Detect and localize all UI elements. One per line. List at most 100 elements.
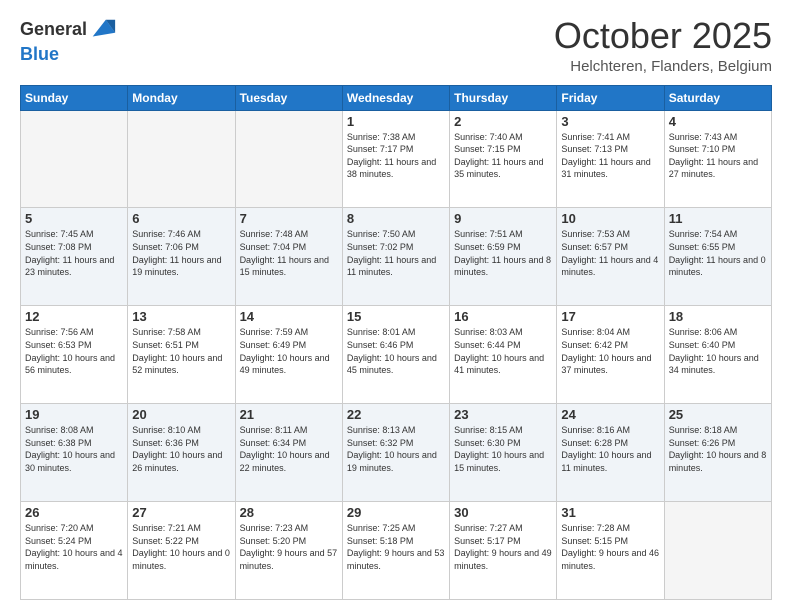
calendar-cell: 26 Sunrise: 7:20 AM Sunset: 5:24 PM Dayli… bbox=[21, 502, 128, 600]
day-info: Sunrise: 7:59 AM Sunset: 6:49 PM Dayligh… bbox=[240, 326, 338, 376]
calendar-cell bbox=[21, 110, 128, 208]
day-info: Sunrise: 7:53 AM Sunset: 6:57 PM Dayligh… bbox=[561, 228, 659, 278]
day-number: 1 bbox=[347, 114, 445, 129]
day-number: 23 bbox=[454, 407, 552, 422]
col-friday: Friday bbox=[557, 85, 664, 110]
day-info: Sunrise: 8:04 AM Sunset: 6:42 PM Dayligh… bbox=[561, 326, 659, 376]
calendar-cell: 15 Sunrise: 8:01 AM Sunset: 6:46 PM Dayli… bbox=[342, 306, 449, 404]
day-number: 21 bbox=[240, 407, 338, 422]
day-number: 30 bbox=[454, 505, 552, 520]
calendar-cell: 24 Sunrise: 8:16 AM Sunset: 6:28 PM Dayli… bbox=[557, 404, 664, 502]
calendar-cell: 20 Sunrise: 8:10 AM Sunset: 6:36 PM Dayli… bbox=[128, 404, 235, 502]
title-block: October 2025 Helchteren, Flanders, Belgi… bbox=[554, 16, 772, 75]
day-number: 7 bbox=[240, 211, 338, 226]
calendar-cell: 5Sunrise: 7:45 AM Sunset: 7:08 PM Daylig… bbox=[21, 208, 128, 306]
day-number: 17 bbox=[561, 309, 659, 324]
day-number: 18 bbox=[669, 309, 767, 324]
calendar-cell: 19 Sunrise: 8:08 AM Sunset: 6:38 PM Dayli… bbox=[21, 404, 128, 502]
day-info: Sunrise: 7:41 AM Sunset: 7:13 PM Dayligh… bbox=[561, 131, 659, 181]
day-info: Sunrise: 7:38 AM Sunset: 7:17 PM Dayligh… bbox=[347, 131, 445, 181]
col-thursday: Thursday bbox=[450, 85, 557, 110]
col-monday: Monday bbox=[128, 85, 235, 110]
col-wednesday: Wednesday bbox=[342, 85, 449, 110]
day-number: 4 bbox=[669, 114, 767, 129]
calendar-cell: 29 Sunrise: 7:25 AM Sunset: 5:18 PM Dayli… bbox=[342, 502, 449, 600]
day-info: Sunrise: 8:11 AM Sunset: 6:34 PM Dayligh… bbox=[240, 424, 338, 474]
calendar-cell: 3 Sunrise: 7:41 AM Sunset: 7:13 PM Daylig… bbox=[557, 110, 664, 208]
calendar-cell: 21 Sunrise: 8:11 AM Sunset: 6:34 PM Dayli… bbox=[235, 404, 342, 502]
day-info: Sunrise: 7:50 AM Sunset: 7:02 PM Dayligh… bbox=[347, 228, 445, 278]
day-number: 9 bbox=[454, 211, 552, 226]
calendar-cell: 1 Sunrise: 7:38 AM Sunset: 7:17 PM Daylig… bbox=[342, 110, 449, 208]
day-info: Sunrise: 8:03 AM Sunset: 6:44 PM Dayligh… bbox=[454, 326, 552, 376]
day-number: 8 bbox=[347, 211, 445, 226]
day-number: 28 bbox=[240, 505, 338, 520]
day-number: 2 bbox=[454, 114, 552, 129]
day-info: Sunrise: 7:45 AM Sunset: 7:08 PM Dayligh… bbox=[25, 228, 123, 278]
day-number: 22 bbox=[347, 407, 445, 422]
day-info: Sunrise: 7:51 AM Sunset: 6:59 PM Dayligh… bbox=[454, 228, 552, 278]
calendar-cell: 17 Sunrise: 8:04 AM Sunset: 6:42 PM Dayli… bbox=[557, 306, 664, 404]
day-number: 29 bbox=[347, 505, 445, 520]
day-info: Sunrise: 7:20 AM Sunset: 5:24 PM Dayligh… bbox=[25, 522, 123, 572]
calendar-cell bbox=[235, 110, 342, 208]
day-number: 27 bbox=[132, 505, 230, 520]
calendar-cell: 22 Sunrise: 8:13 AM Sunset: 6:32 PM Dayli… bbox=[342, 404, 449, 502]
day-info: Sunrise: 8:16 AM Sunset: 6:28 PM Dayligh… bbox=[561, 424, 659, 474]
day-info: Sunrise: 7:27 AM Sunset: 5:17 PM Dayligh… bbox=[454, 522, 552, 572]
day-number: 11 bbox=[669, 211, 767, 226]
day-info: Sunrise: 8:01 AM Sunset: 6:46 PM Dayligh… bbox=[347, 326, 445, 376]
calendar-week-row: 1 Sunrise: 7:38 AM Sunset: 7:17 PM Daylig… bbox=[21, 110, 772, 208]
day-number: 20 bbox=[132, 407, 230, 422]
logo-blue-text: Blue bbox=[20, 44, 59, 64]
day-info: Sunrise: 8:15 AM Sunset: 6:30 PM Dayligh… bbox=[454, 424, 552, 474]
header: General Blue October 2025 Helchteren, Fl… bbox=[20, 16, 772, 75]
calendar: Sunday Monday Tuesday Wednesday Thursday… bbox=[20, 85, 772, 600]
col-tuesday: Tuesday bbox=[235, 85, 342, 110]
day-info: Sunrise: 7:23 AM Sunset: 5:20 PM Dayligh… bbox=[240, 522, 338, 572]
day-info: Sunrise: 7:54 AM Sunset: 6:55 PM Dayligh… bbox=[669, 228, 767, 278]
calendar-cell: 14 Sunrise: 7:59 AM Sunset: 6:49 PM Dayli… bbox=[235, 306, 342, 404]
day-info: Sunrise: 7:28 AM Sunset: 5:15 PM Dayligh… bbox=[561, 522, 659, 572]
calendar-cell: 27Sunrise: 7:21 AM Sunset: 5:22 PM Dayli… bbox=[128, 502, 235, 600]
day-number: 31 bbox=[561, 505, 659, 520]
day-number: 24 bbox=[561, 407, 659, 422]
calendar-cell: 8 Sunrise: 7:50 AM Sunset: 7:02 PM Daylig… bbox=[342, 208, 449, 306]
calendar-header-row: Sunday Monday Tuesday Wednesday Thursday… bbox=[21, 85, 772, 110]
calendar-week-row: 5Sunrise: 7:45 AM Sunset: 7:08 PM Daylig… bbox=[21, 208, 772, 306]
day-number: 10 bbox=[561, 211, 659, 226]
calendar-week-row: 19 Sunrise: 8:08 AM Sunset: 6:38 PM Dayli… bbox=[21, 404, 772, 502]
calendar-cell: 11 Sunrise: 7:54 AM Sunset: 6:55 PM Dayli… bbox=[664, 208, 771, 306]
day-number: 6 bbox=[132, 211, 230, 226]
calendar-cell: 30 Sunrise: 7:27 AM Sunset: 5:17 PM Dayli… bbox=[450, 502, 557, 600]
day-number: 16 bbox=[454, 309, 552, 324]
logo: General Blue bbox=[20, 16, 117, 66]
month-title: October 2025 bbox=[554, 16, 772, 56]
day-number: 26 bbox=[25, 505, 123, 520]
day-info: Sunrise: 8:08 AM Sunset: 6:38 PM Dayligh… bbox=[25, 424, 123, 474]
day-number: 12 bbox=[25, 309, 123, 324]
calendar-cell: 23 Sunrise: 8:15 AM Sunset: 6:30 PM Dayli… bbox=[450, 404, 557, 502]
day-number: 3 bbox=[561, 114, 659, 129]
day-number: 19 bbox=[25, 407, 123, 422]
calendar-cell bbox=[664, 502, 771, 600]
calendar-cell: 12 Sunrise: 7:56 AM Sunset: 6:53 PM Dayli… bbox=[21, 306, 128, 404]
calendar-cell: 4 Sunrise: 7:43 AM Sunset: 7:10 PM Daylig… bbox=[664, 110, 771, 208]
calendar-cell: 18 Sunrise: 8:06 AM Sunset: 6:40 PM Dayli… bbox=[664, 306, 771, 404]
calendar-cell: 28 Sunrise: 7:23 AM Sunset: 5:20 PM Dayli… bbox=[235, 502, 342, 600]
day-info: Sunrise: 7:25 AM Sunset: 5:18 PM Dayligh… bbox=[347, 522, 445, 572]
day-info: Sunrise: 7:40 AM Sunset: 7:15 PM Dayligh… bbox=[454, 131, 552, 181]
day-info: Sunrise: 7:58 AM Sunset: 6:51 PM Dayligh… bbox=[132, 326, 230, 376]
page: General Blue October 2025 Helchteren, Fl… bbox=[0, 0, 792, 612]
day-number: 14 bbox=[240, 309, 338, 324]
day-info: Sunrise: 8:10 AM Sunset: 6:36 PM Dayligh… bbox=[132, 424, 230, 474]
day-info: Sunrise: 8:06 AM Sunset: 6:40 PM Dayligh… bbox=[669, 326, 767, 376]
day-info: Sunrise: 7:43 AM Sunset: 7:10 PM Dayligh… bbox=[669, 131, 767, 181]
day-info: Sunrise: 8:18 AM Sunset: 6:26 PM Dayligh… bbox=[669, 424, 767, 474]
day-info: Sunrise: 7:56 AM Sunset: 6:53 PM Dayligh… bbox=[25, 326, 123, 376]
day-number: 25 bbox=[669, 407, 767, 422]
calendar-cell bbox=[128, 110, 235, 208]
calendar-week-row: 12 Sunrise: 7:56 AM Sunset: 6:53 PM Dayli… bbox=[21, 306, 772, 404]
day-info: Sunrise: 8:13 AM Sunset: 6:32 PM Dayligh… bbox=[347, 424, 445, 474]
day-number: 15 bbox=[347, 309, 445, 324]
